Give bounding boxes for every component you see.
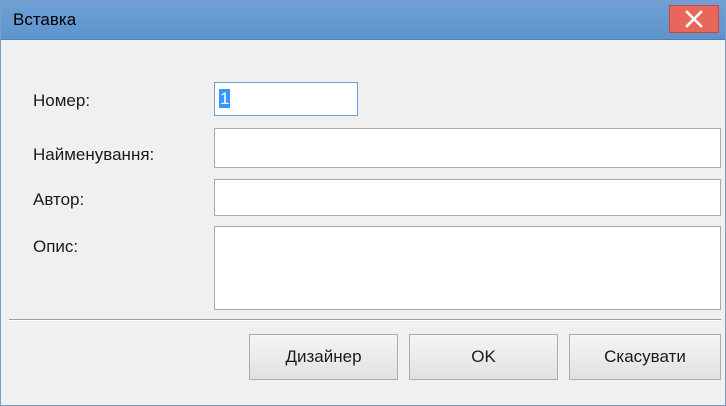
ok-button-label: OK <box>471 347 496 366</box>
author-field[interactable] <box>214 179 721 216</box>
close-icon <box>684 9 704 29</box>
description-label: Опис: <box>33 237 79 256</box>
cancel-button[interactable]: Скасувати <box>569 334 721 380</box>
ok-button[interactable]: OK <box>409 334 558 380</box>
insert-dialog: Вставка Номер: 1 Найменування: Автор: Оп… <box>0 0 726 406</box>
number-field[interactable]: 1 <box>214 82 358 116</box>
number-label: Номер: <box>33 91 91 110</box>
name-field[interactable] <box>214 128 721 168</box>
designer-button-label: Дизайнер <box>285 347 362 366</box>
title-bar[interactable]: Вставка <box>1 1 725 40</box>
close-button[interactable] <box>669 5 719 33</box>
name-label: Найменування: <box>33 145 155 164</box>
designer-button[interactable]: Дизайнер <box>249 334 398 380</box>
window-title: Вставка <box>13 10 77 29</box>
description-field[interactable] <box>214 226 721 310</box>
author-label: Автор: <box>33 190 85 209</box>
cancel-button-label: Скасувати <box>604 347 686 366</box>
number-value: 1 <box>219 89 231 108</box>
separator <box>9 319 721 321</box>
